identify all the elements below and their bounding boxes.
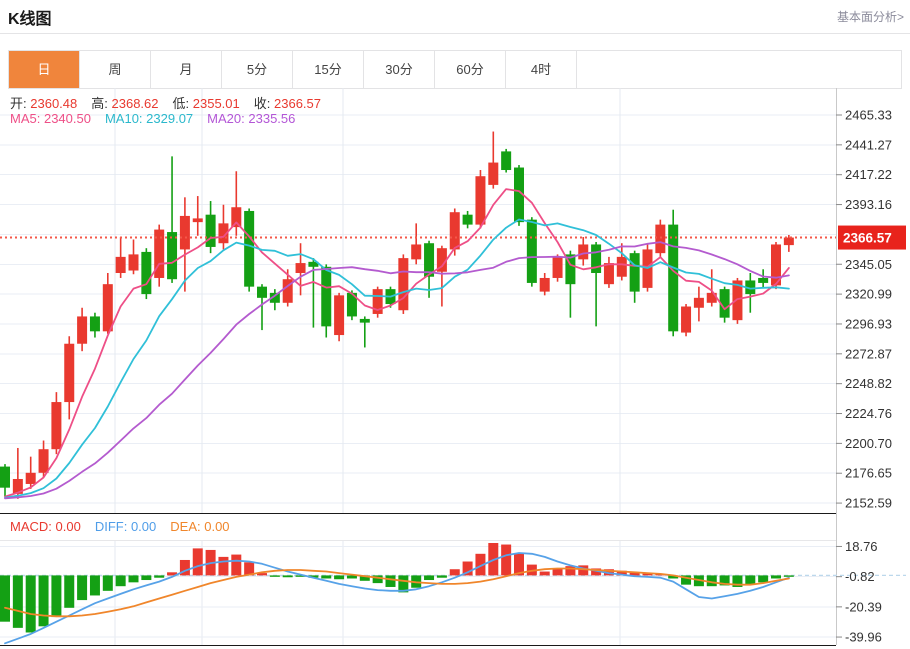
macd-axis-label: 18.76 [845,539,878,554]
y-axis-main: 2465.33 2441.27 2417.22 2393.16 2345.05 2320.… [836,108,892,511]
kline-chart[interactable]: 2465.33 2441.27 2417.22 2393.16 2345.05 2320.… [0,0,910,649]
main-axis-label: 2224.76 [845,406,892,421]
current-price-badge: 2366.57 [838,225,906,250]
macd-axis-label: -20.39 [845,599,882,614]
macd-axis-label: -0.82 [845,569,875,584]
main-axis-label: 2465.33 [845,108,892,123]
current-price-badge-text: 2366.57 [843,231,892,246]
main-axis-label: 2441.27 [845,137,892,152]
diff-line [4,552,790,645]
main-axis-label: 2296.93 [845,316,892,331]
main-axis-label: 2248.82 [845,376,892,391]
macd-axis-label: -39.96 [845,630,882,645]
main-axis-label: 2417.22 [845,167,892,182]
main-axis-label: 2320.99 [845,287,892,302]
main-axis-label: 2272.87 [845,346,892,361]
vertical-gridlines [114,88,621,645]
main-axis-label: 2176.65 [845,466,892,481]
main-axis-label: 2393.16 [845,197,892,212]
main-axis-label: 2345.05 [845,257,892,272]
pane-borders [0,88,837,647]
main-axis-label: 2152.59 [845,496,892,511]
main-axis-label: 2200.70 [845,436,892,451]
macd-histogram [0,542,794,633]
y-axis-macd: 18.76 -0.82 -20.39 -39.96 [836,539,882,645]
main-gridlines [0,114,836,504]
